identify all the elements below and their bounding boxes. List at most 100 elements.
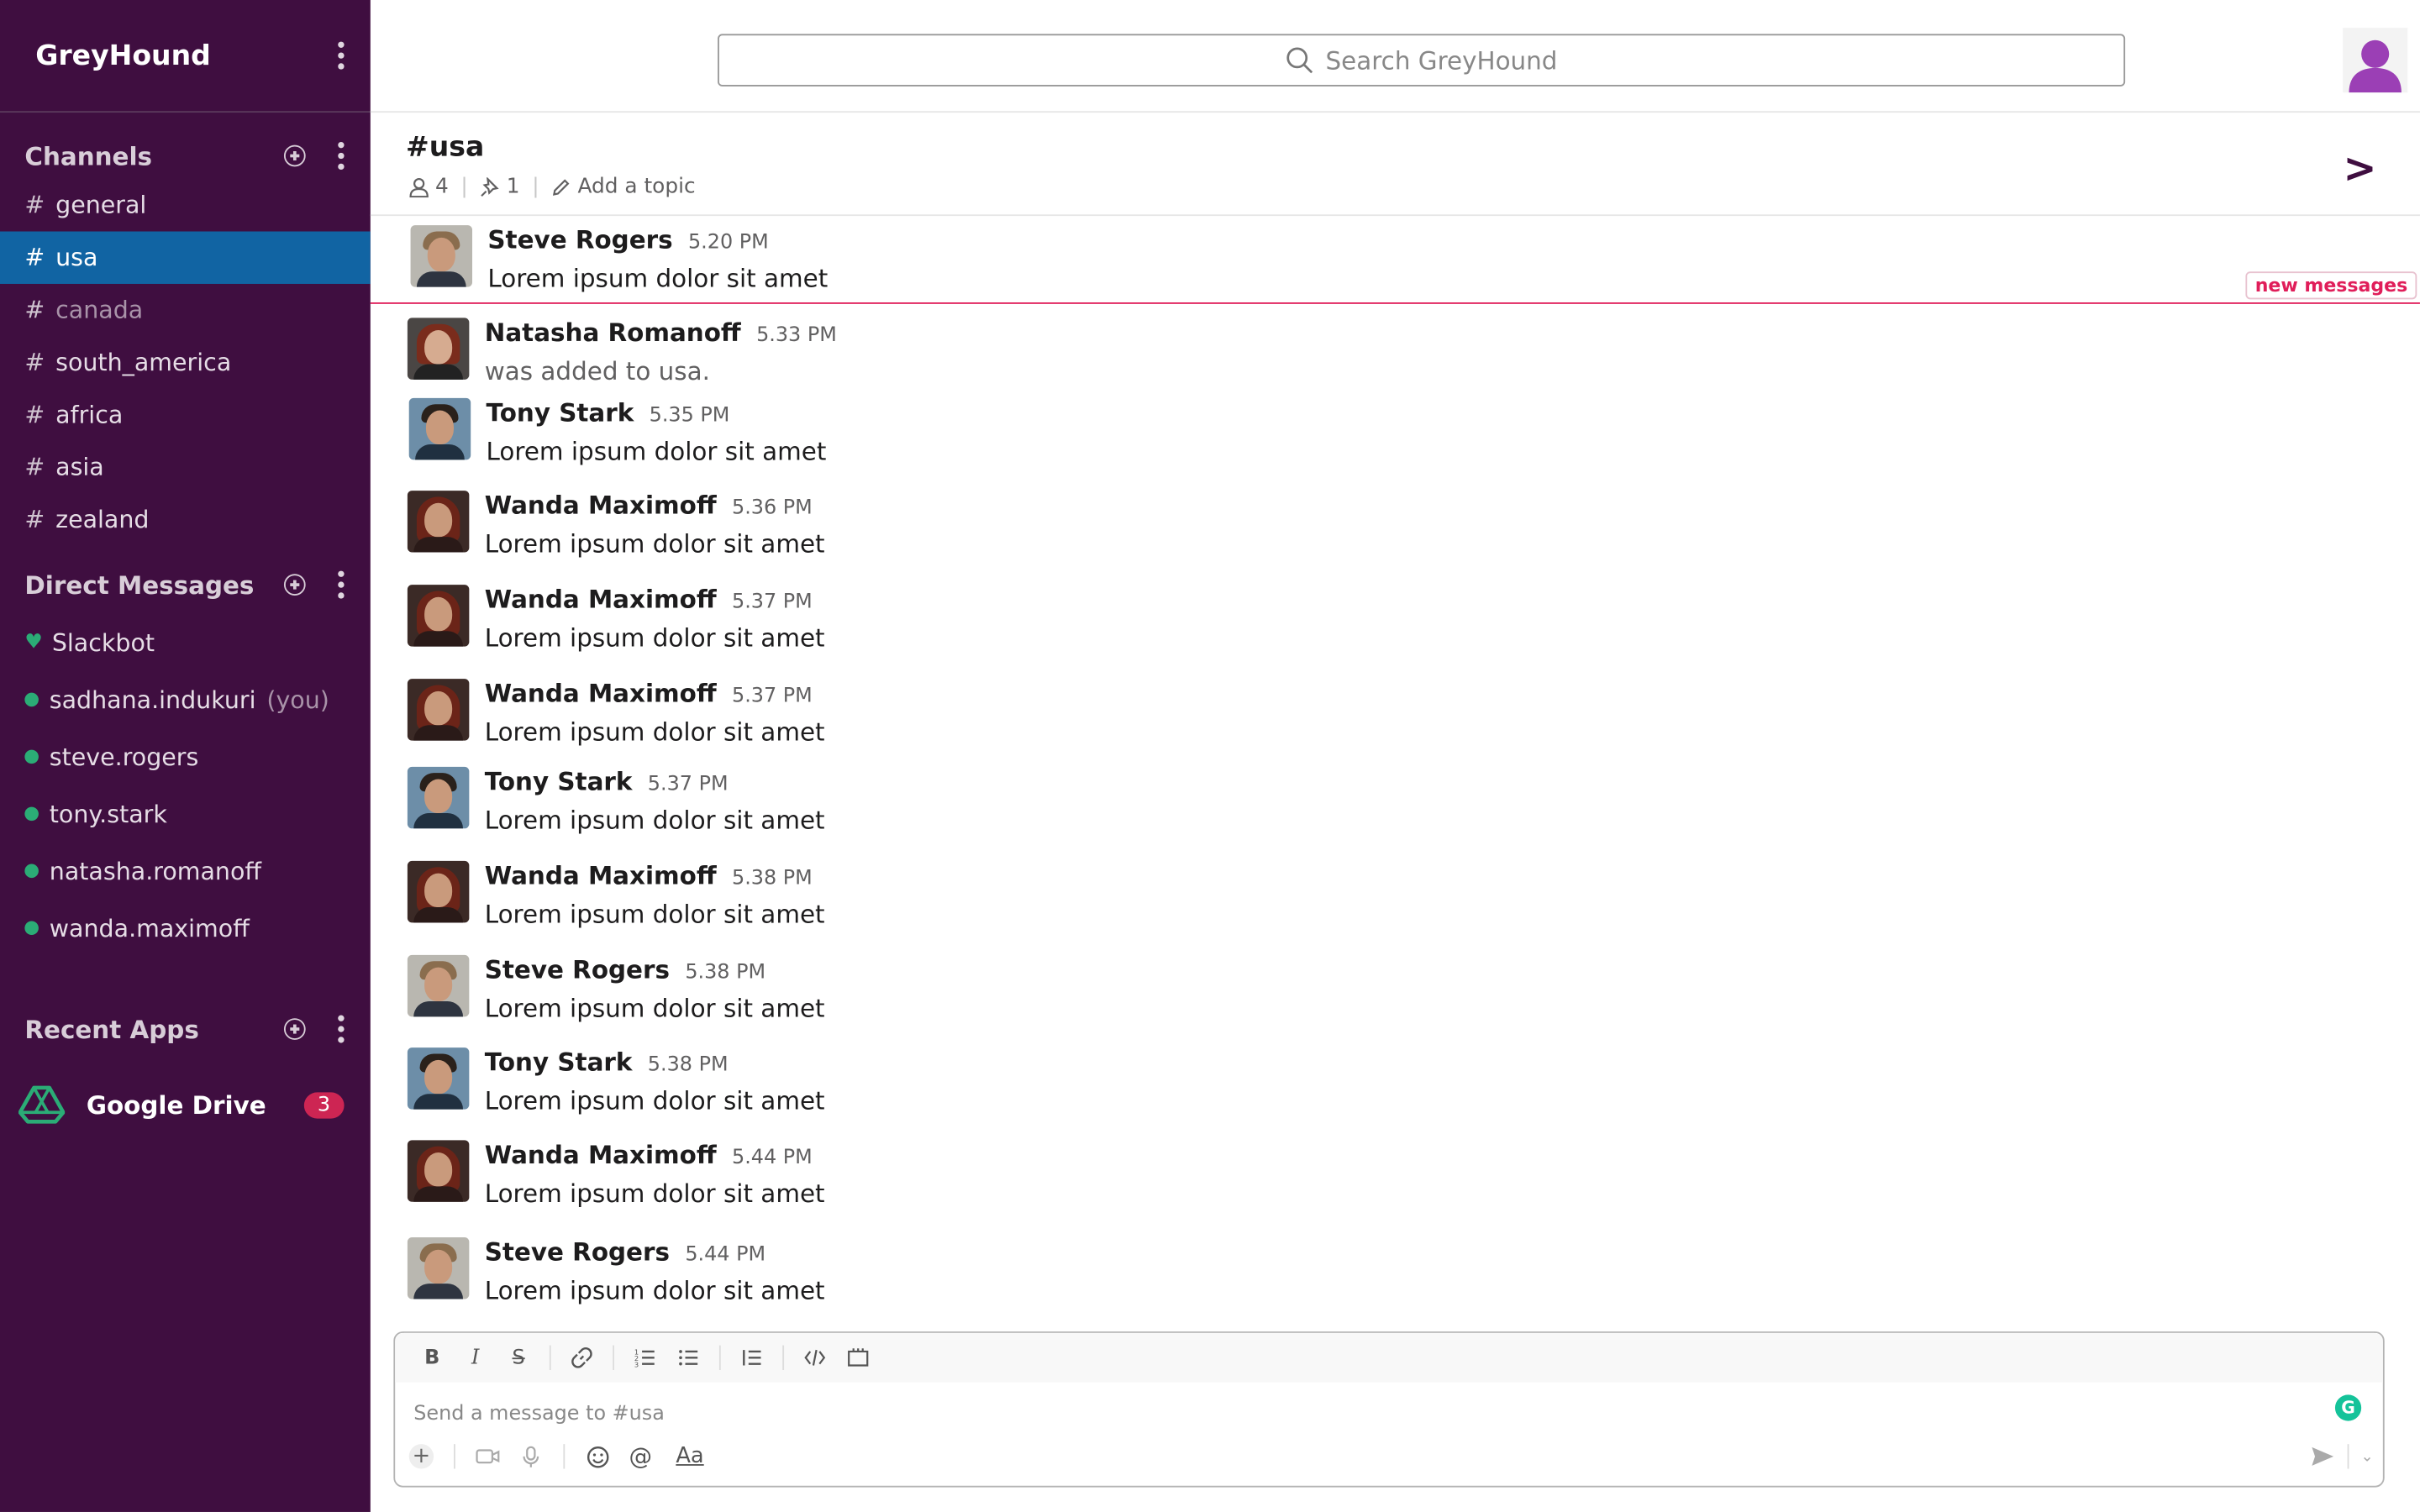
bold-button[interactable]: B [413, 1339, 450, 1376]
message-author[interactable]: Natasha Romanoff [485, 318, 741, 347]
message-author[interactable]: Wanda Maximoff [485, 585, 717, 614]
sidebar-item-asia[interactable]: # asia [0, 441, 371, 493]
message-time[interactable]: 5.33 PM [756, 324, 837, 348]
dm-menu-icon[interactable] [334, 570, 349, 599]
message-time[interactable]: 5.44 PM [685, 1243, 765, 1267]
italic-button[interactable]: I [457, 1339, 494, 1376]
send-options-chevron-icon[interactable]: ⌄ [2360, 1448, 2373, 1465]
sidebar-item-south_america[interactable]: # south_america [0, 336, 371, 388]
workspace-name[interactable]: GreyHound [35, 39, 211, 72]
link-button[interactable] [563, 1339, 600, 1376]
new-messages-label[interactable]: new messages [2245, 271, 2417, 300]
mention-button[interactable]: @ [623, 1440, 657, 1473]
pin-icon [481, 176, 499, 197]
dm-item-slackbot[interactable]: ♥ Slackbot [0, 614, 371, 671]
message-time[interactable]: 5.37 PM [732, 591, 813, 614]
ordered-list-icon: 123 [634, 1348, 655, 1368]
avatar[interactable] [407, 954, 470, 1017]
bullet-list-button[interactable] [670, 1339, 707, 1376]
avatar[interactable] [407, 1140, 470, 1202]
channel-title[interactable]: #usa [406, 131, 484, 164]
apps-menu-icon[interactable] [334, 1015, 349, 1043]
message-item: Natasha Romanoff 5.33 PM was added to usa. [407, 318, 837, 386]
send-icon[interactable] [2310, 1446, 2334, 1467]
workspace-menu-icon[interactable] [334, 41, 349, 70]
dm-item-tony-stark[interactable]: tony.stark [0, 785, 371, 843]
message-time[interactable]: 5.38 PM [732, 867, 813, 890]
channels-menu-icon[interactable] [334, 141, 349, 171]
dm-item-sadhana-indukuri[interactable]: sadhana.indukuri (you) [0, 671, 371, 728]
message-author[interactable]: Steve Rogers [485, 1237, 670, 1267]
dm-item-steve-rogers[interactable]: steve.rogers [0, 728, 371, 785]
message-time[interactable]: 5.37 PM [648, 773, 729, 796]
channels-title[interactable]: Channels [24, 141, 152, 171]
sidebar-item-usa[interactable]: # usa [0, 231, 371, 284]
video-button[interactable] [471, 1440, 504, 1473]
sidebar-item-canada[interactable]: # canada [0, 284, 371, 336]
message-input[interactable] [410, 1394, 2331, 1432]
search-input[interactable]: Search GreyHound [718, 34, 2126, 87]
add-app-icon[interactable] [283, 1018, 306, 1040]
message-author[interactable]: Steve Rogers [485, 955, 670, 984]
formatting-toggle-button[interactable]: Aa [666, 1440, 713, 1473]
message-time[interactable]: 5.36 PM [732, 496, 813, 520]
add-topic-link[interactable]: Add a topic [551, 175, 696, 199]
avatar[interactable] [407, 766, 470, 829]
sidebar-item-africa[interactable]: # africa [0, 389, 371, 441]
message-item: Wanda Maximoff 5.38 PM Lorem ipsum dolor s… [407, 860, 825, 929]
code-block-button[interactable] [839, 1339, 876, 1376]
message-author[interactable]: Steve Rogers [487, 225, 672, 255]
message-author[interactable]: Wanda Maximoff [485, 1140, 717, 1169]
pins-count[interactable]: 1 [481, 175, 520, 199]
dm-item-natasha-romanoff[interactable]: natasha.romanoff [0, 843, 371, 900]
message-author[interactable]: Tony Stark [485, 767, 633, 796]
channel-details-chevron-icon[interactable]: > [2343, 146, 2376, 192]
message-author[interactable]: Tony Stark [485, 1047, 633, 1077]
avatar[interactable] [407, 1047, 470, 1110]
message-time[interactable]: 5.38 PM [648, 1053, 729, 1077]
avatar[interactable] [407, 1237, 470, 1299]
ordered-list-button[interactable]: 123 [627, 1339, 664, 1376]
avatar[interactable] [407, 318, 470, 380]
dm-item-wanda-maximoff[interactable]: wanda.maximoff [0, 900, 371, 957]
google-drive-icon [18, 1085, 66, 1124]
grammarly-icon[interactable]: G [2334, 1394, 2362, 1421]
message-item: Wanda Maximoff 5.44 PM Lorem ipsum dolor s… [407, 1140, 825, 1208]
strikethrough-button[interactable]: S [500, 1339, 537, 1376]
message-time[interactable]: 5.37 PM [732, 685, 813, 708]
presence-dot-icon [24, 864, 39, 879]
user-avatar-icon[interactable] [2343, 28, 2408, 93]
message-author[interactable]: Wanda Maximoff [485, 861, 717, 890]
message-time[interactable]: 5.20 PM [688, 232, 769, 255]
avatar[interactable] [410, 225, 473, 287]
attach-button[interactable]: + [404, 1440, 438, 1473]
message-time[interactable]: 5.38 PM [685, 961, 765, 984]
apps-title[interactable]: Recent Apps [24, 1015, 198, 1044]
avatar[interactable] [408, 397, 471, 460]
avatar[interactable] [407, 491, 470, 553]
app-name: Google Drive [86, 1089, 266, 1120]
avatar[interactable] [407, 860, 470, 923]
members-count[interactable]: 4 [409, 175, 449, 199]
avatar[interactable] [407, 585, 470, 647]
message-author[interactable]: Tony Stark [487, 398, 634, 428]
message-time[interactable]: 5.44 PM [732, 1147, 813, 1170]
sidebar-item-general[interactable]: # general [0, 179, 371, 231]
message-author[interactable]: Wanda Maximoff [485, 491, 717, 520]
sidebar-item-zealand[interactable]: # zealand [0, 494, 371, 546]
dm-title[interactable]: Direct Messages [24, 570, 254, 600]
avatar[interactable] [407, 679, 470, 741]
message-item: Tony Stark 5.37 PM Lorem ipsum dolor sit a… [407, 766, 825, 835]
blockquote-button[interactable] [733, 1339, 770, 1376]
message-author[interactable]: Wanda Maximoff [485, 679, 717, 708]
add-dm-icon[interactable] [283, 574, 306, 596]
message-time[interactable]: 5.35 PM [650, 404, 730, 428]
microphone-button[interactable] [514, 1440, 548, 1473]
emoji-button[interactable] [581, 1440, 614, 1473]
message-list: new messages Steve Rogers 5.20 PM Lorem ip… [370, 216, 2420, 1326]
add-channel-icon[interactable] [283, 144, 306, 167]
app-item-google-drive[interactable]: Google Drive 3 [0, 1074, 371, 1135]
top-bar: Search GreyHound [370, 0, 2420, 113]
code-button[interactable] [797, 1339, 834, 1376]
message-text: Lorem ipsum dolor sit amet [484, 717, 825, 747]
